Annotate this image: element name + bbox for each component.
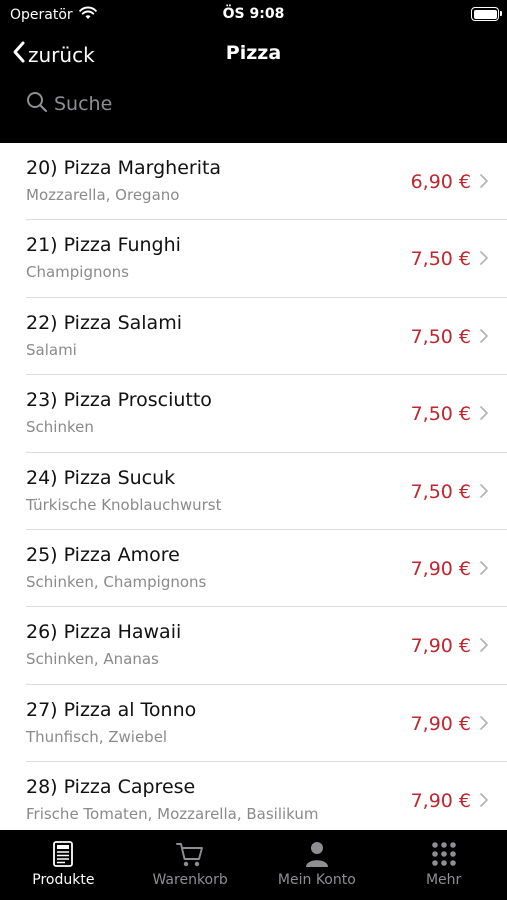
search-field[interactable]: Suche — [26, 88, 326, 120]
list-item[interactable]: 25) Pizza Amore Schinken, Champignons 7,… — [26, 530, 507, 608]
tab-mehr[interactable]: Mehr — [380, 830, 507, 900]
product-price: 7,90 € — [410, 635, 471, 658]
tab-warenkorb[interactable]: Warenkorb — [127, 830, 254, 900]
product-price: 6,90 € — [410, 171, 471, 193]
product-name: 27) Pizza al Tonno — [26, 698, 197, 721]
product-price: 7,50 € — [410, 403, 471, 426]
product-description: Champignons — [26, 263, 130, 282]
product-name: 26) Pizza Hawaii — [26, 621, 182, 644]
tab-label: Mehr — [425, 872, 462, 888]
status-bar: Operatör ÖS 9:08 — [0, 0, 507, 30]
battery-icon — [471, 7, 502, 21]
product-price: 7,90 € — [410, 712, 471, 735]
product-description: Salami — [26, 340, 77, 359]
product-name: 23) Pizza Prosciutto — [26, 389, 212, 412]
list-item[interactable]: 24) Pizza Sucuk Türkische Knoblauchwurst… — [26, 453, 507, 530]
chevron-left-icon — [12, 40, 26, 69]
chevron-right-icon — [479, 173, 489, 193]
product-description: Türkische Knoblauchwurst — [26, 495, 222, 514]
chevron-right-icon — [479, 483, 489, 503]
list-item[interactable]: 20) Pizza Margherita Mozzarella, Oregano… — [26, 143, 507, 221]
product-price: 7,50 € — [410, 248, 471, 271]
clock: ÖS 9:08 — [222, 6, 285, 22]
header: Operatör ÖS 9:08 zurück Pizza Suche — [0, 0, 507, 143]
list-item[interactable]: 28) Pizza Caprese Frische Tomaten, Mozza… — [26, 762, 507, 830]
product-name: 28) Pizza Caprese — [26, 776, 196, 799]
chevron-right-icon — [479, 405, 489, 425]
list-item[interactable]: 27) Pizza al Tonno Thunfisch, Zwiebel 7,… — [26, 685, 507, 763]
chevron-right-icon — [479, 715, 489, 735]
product-description: Schinken, Champignons — [26, 572, 207, 591]
menu-card-icon — [52, 840, 74, 868]
chevron-right-icon — [479, 328, 489, 348]
product-description: Schinken — [26, 418, 94, 437]
product-name: 21) Pizza Funghi — [26, 234, 181, 257]
product-price: 7,90 € — [410, 790, 471, 813]
back-label: zurück — [28, 42, 95, 67]
product-description: Frische Tomaten, Mozzarella, Basilikum — [26, 805, 319, 824]
list-item[interactable]: 22) Pizza Salami Salami 7,50 € — [26, 298, 507, 376]
chevron-right-icon — [479, 250, 489, 270]
product-description: Schinken, Ananas — [26, 650, 159, 669]
search-icon — [26, 91, 48, 118]
back-button[interactable]: zurück — [12, 40, 95, 69]
chevron-right-icon — [479, 792, 489, 812]
cart-icon — [175, 840, 205, 868]
product-price: 7,90 € — [410, 557, 471, 580]
tab-bar: Produkte Warenkorb Mein Konto Mehr — [0, 830, 507, 900]
tab-label: Produkte — [32, 872, 95, 888]
product-price: 7,50 € — [410, 325, 471, 348]
person-icon — [304, 840, 330, 868]
product-name: 24) Pizza Sucuk — [26, 466, 176, 489]
list-item[interactable]: 23) Pizza Prosciutto Schinken 7,50 € — [26, 375, 507, 453]
list-item[interactable]: 26) Pizza Hawaii Schinken, Ananas 7,90 € — [26, 607, 507, 685]
chevron-right-icon — [479, 560, 489, 580]
tab-produkte[interactable]: Produkte — [0, 830, 127, 900]
list-item[interactable]: 21) Pizza Funghi Champignons 7,50 € — [26, 220, 507, 298]
tab-mein-konto[interactable]: Mein Konto — [254, 830, 381, 900]
search-placeholder: Suche — [54, 93, 113, 115]
grid-dots-icon — [431, 840, 457, 868]
product-price: 7,50 € — [410, 480, 471, 503]
product-description: Thunfisch, Zwiebel — [26, 727, 168, 746]
product-list: 20) Pizza Margherita Mozzarella, Oregano… — [0, 143, 507, 830]
product-description: Mozzarella, Oregano — [26, 186, 180, 204]
navigation-bar: zurück Pizza — [0, 34, 507, 74]
product-name: 22) Pizza Salami — [26, 311, 182, 334]
product-name: 25) Pizza Amore — [26, 543, 180, 566]
tab-label: Warenkorb — [152, 872, 228, 888]
chevron-right-icon — [479, 637, 489, 657]
tab-label: Mein Konto — [277, 872, 356, 888]
product-name: 20) Pizza Margherita — [26, 157, 222, 179]
